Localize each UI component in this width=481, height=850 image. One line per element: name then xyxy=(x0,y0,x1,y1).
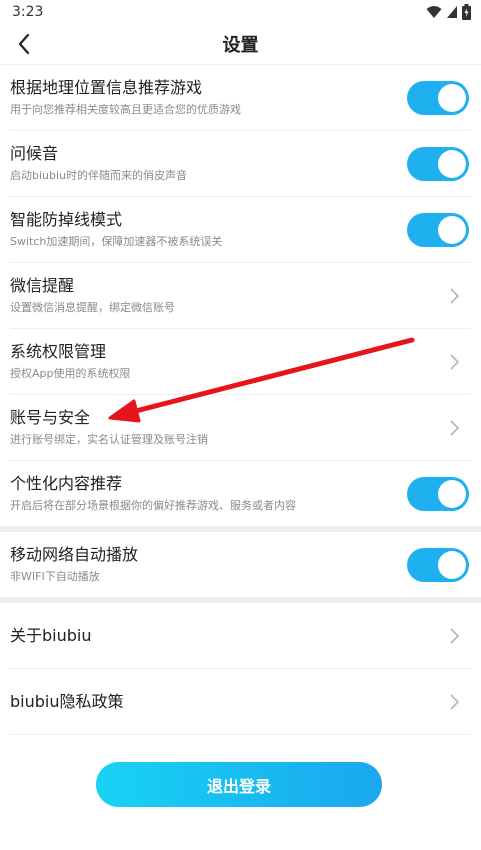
signal-icon xyxy=(447,6,457,18)
settings-row-system-permissions[interactable]: 系统权限管理 授权App使用的系统权限 xyxy=(10,329,471,395)
status-icons xyxy=(426,4,471,20)
toggle-knob xyxy=(438,149,466,178)
chevron-right-icon xyxy=(450,627,460,644)
settings-row-anti-disconnect[interactable]: 智能防掉线模式 Switch加速期间，保障加速器不被系统误关 xyxy=(10,197,471,263)
setting-title: 智能防掉线模式 xyxy=(10,209,123,229)
battery-icon xyxy=(462,4,471,20)
network-section: 移动网络自动播放 非WIFI下自动播放 xyxy=(0,532,481,597)
setting-subtitle: 授权App使用的系统权限 xyxy=(10,366,131,380)
privacy-policy-title: biubiu隐私政策 xyxy=(10,691,124,711)
toggle-knob xyxy=(438,215,466,244)
page-title: 设置 xyxy=(222,35,259,56)
settings-row-account-security[interactable]: 账号与安全 进行账号绑定，实名认证管理及账号注销 xyxy=(10,395,471,461)
toggle-knob xyxy=(438,479,466,508)
setting-subtitle: 启动biubiu时的伴随而来的俏皮声音 xyxy=(10,168,188,182)
settings-row-greeting-sound[interactable]: 问候音 启动biubiu时的伴随而来的俏皮声音 xyxy=(10,131,471,197)
settings-row-location-recommend[interactable]: 根据地理位置信息推荐游戏 用于向您推荐相关度较高且更适合您的优质游戏 xyxy=(10,65,471,131)
location-recommend-toggle[interactable] xyxy=(407,80,469,115)
setting-title: 根据地理位置信息推荐游戏 xyxy=(10,77,203,97)
chevron-right-icon xyxy=(450,693,460,710)
setting-title: 系统权限管理 xyxy=(10,341,107,361)
logout-button[interactable]: 退出登录 xyxy=(96,762,382,807)
settings-row-about[interactable]: 关于biubiu xyxy=(10,603,471,669)
status-bar: 3:23 xyxy=(0,0,481,24)
chevron-right-icon xyxy=(450,419,460,436)
setting-title: 微信提醒 xyxy=(10,275,75,295)
setting-title: 问候音 xyxy=(10,143,59,163)
status-time: 3:23 xyxy=(12,4,44,20)
setting-subtitle: 进行账号绑定，实名认证管理及账号注销 xyxy=(10,432,208,446)
setting-title: 账号与安全 xyxy=(10,407,91,427)
about-section: 关于biubiu biubiu隐私政策 xyxy=(0,603,481,735)
settings-row-privacy-policy[interactable]: biubiu隐私政策 xyxy=(10,669,471,735)
back-button[interactable] xyxy=(10,30,38,58)
anti-disconnect-toggle[interactable] xyxy=(407,212,469,247)
wifi-icon xyxy=(426,6,442,18)
personalized-content-toggle[interactable] xyxy=(407,476,469,511)
back-arrow-icon xyxy=(18,33,30,55)
setting-subtitle: 开启后将在部分场景根据你的偏好推荐游戏、服务或者内容 xyxy=(10,498,296,512)
settings-list: 根据地理位置信息推荐游戏 用于向您推荐相关度较高且更适合您的优质游戏 问候音 启… xyxy=(0,65,481,526)
settings-row-wechat-reminder[interactable]: 微信提醒 设置微信消息提醒，绑定微信账号 xyxy=(10,263,471,329)
settings-row-personalized-content[interactable]: 个性化内容推荐 开启后将在部分场景根据你的偏好推荐游戏、服务或者内容 xyxy=(10,461,471,526)
settings-row-mobile-autoplay[interactable]: 移动网络自动播放 非WIFI下自动播放 xyxy=(10,532,471,597)
logout-wrapper: 退出登录 xyxy=(96,762,382,807)
toggle-knob xyxy=(438,83,466,112)
setting-title: 个性化内容推荐 xyxy=(10,473,123,493)
setting-subtitle: 用于向您推荐相关度较高且更适合您的优质游戏 xyxy=(10,102,241,116)
greeting-sound-toggle[interactable] xyxy=(407,146,469,181)
setting-subtitle: 设置微信消息提醒，绑定微信账号 xyxy=(10,300,175,314)
toggle-knob xyxy=(438,550,466,579)
chevron-right-icon xyxy=(450,353,460,370)
about-title: 关于biubiu xyxy=(10,625,92,645)
mobile-autoplay-toggle[interactable] xyxy=(407,547,469,582)
setting-title: 移动网络自动播放 xyxy=(10,544,139,564)
top-bar: 设置 xyxy=(0,24,481,65)
chevron-right-icon xyxy=(450,287,460,304)
setting-subtitle: 非WIFI下自动播放 xyxy=(10,569,100,583)
setting-subtitle: Switch加速期间，保障加速器不被系统误关 xyxy=(10,234,223,248)
